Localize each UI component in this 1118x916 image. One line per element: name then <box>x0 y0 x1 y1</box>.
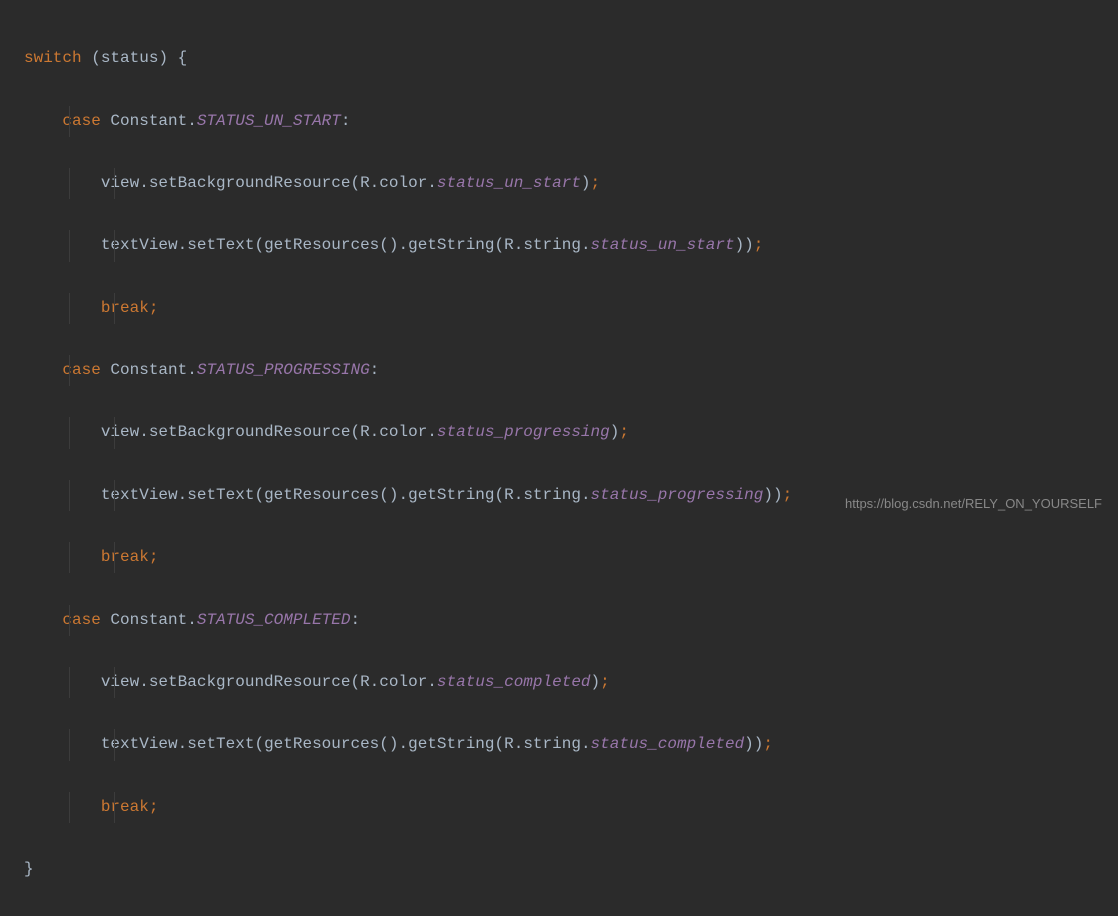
code-line: break; <box>24 293 1094 324</box>
code-line: case Constant.STATUS_PROGRESSING: <box>24 355 1094 386</box>
keyword-break: break <box>101 299 149 317</box>
code-line: } <box>24 854 1094 885</box>
code-line: view.setBackgroundResource(R.color.statu… <box>24 667 1094 698</box>
code-line: view.setBackgroundResource(R.color.statu… <box>24 417 1094 448</box>
constant-status: STATUS_COMPLETED <box>197 611 351 629</box>
keyword-break: break <box>101 548 149 566</box>
keyword-break: break <box>101 798 149 816</box>
variable-status: status <box>101 49 159 67</box>
watermark-text: https://blog.csdn.net/RELY_ON_YOURSELF <box>845 491 1102 516</box>
class-constant: Constant <box>110 361 187 379</box>
code-line: case Constant.STATUS_UN_START: <box>24 106 1094 137</box>
code-line: switch (status) { <box>24 43 1094 74</box>
code-line: textView.setText(getResources().getStrin… <box>24 230 1094 261</box>
constant-status: STATUS_PROGRESSING <box>197 361 370 379</box>
class-constant: Constant <box>110 112 187 130</box>
code-line: view.setBackgroundResource(R.color.statu… <box>24 168 1094 199</box>
keyword-switch: switch <box>24 49 82 67</box>
code-line: break; <box>24 542 1094 573</box>
class-constant: Constant <box>110 611 187 629</box>
code-line: textView.setText(getResources().getStrin… <box>24 729 1094 760</box>
code-line: case Constant.STATUS_COMPLETED: <box>24 605 1094 636</box>
code-line: break; <box>24 792 1094 823</box>
code-editor: switch (status) { case Constant.STATUS_U… <box>24 12 1094 916</box>
constant-status: STATUS_UN_START <box>197 112 341 130</box>
